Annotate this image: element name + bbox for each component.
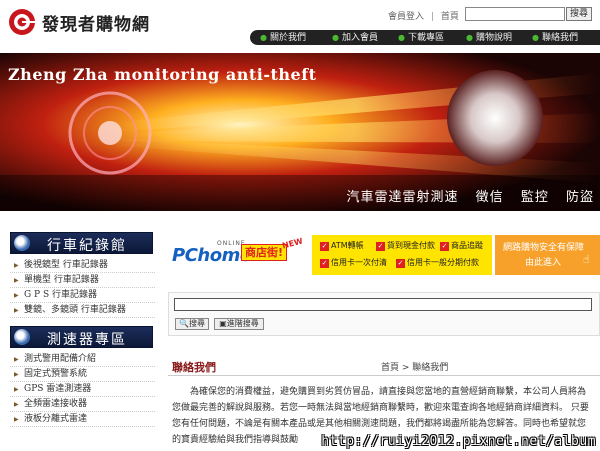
site-header: 發現者購物網 會員登入 | 首頁 搜尋 ● 關於我們 ● 加入會員 ● 下載專區 ● 購… — [0, 0, 600, 50]
feature-credit-full: ✓ 信用卡一次付清 — [320, 258, 387, 268]
search-input[interactable] — [174, 298, 592, 311]
banner-keyword: 徵信 — [475, 190, 504, 205]
nav-bullet-icon: ● — [532, 33, 539, 42]
search-button[interactable]: 🔍搜尋 — [175, 318, 209, 330]
check-icon: ✓ — [396, 259, 405, 268]
nav-bullet-icon: ● — [398, 33, 405, 42]
nav-item-download[interactable]: ● 下載專區 — [398, 30, 444, 45]
breadcrumb-current: 聯絡我們 — [412, 363, 449, 373]
pchome-shop-label: 商店街! — [241, 244, 288, 261]
pointer-hand-icon: ☝ — [583, 253, 590, 266]
nav-bullet-icon: ● — [466, 33, 473, 42]
nav-item-shopping-guide[interactable]: ● 購物說明 — [466, 30, 512, 45]
watermark: http://ruiyi2012.pixnet.net/album — [0, 431, 600, 451]
sidebar-item[interactable]: 固定式預警系統 — [10, 367, 155, 382]
site-name[interactable]: 發現者購物網 — [42, 10, 150, 35]
sidebar-list-speed-radar: 測式警用配備介紹 固定式預警系統 GPS 雷達測速器 全頻雷達接收器 液板分離式… — [10, 352, 155, 427]
globe-icon — [14, 235, 30, 251]
banner-keyword: 防盜 — [565, 190, 594, 205]
sidebar-item[interactable]: 全頻雷達接收器 — [10, 397, 155, 412]
sidebar-list-dashcam: 後視鏡型 行車記錄器 單機型 行車記錄器 G P S 行車記錄器 雙鏡、多鏡頭 … — [10, 258, 155, 318]
promo-strip: PChome ONLINE 商店街! NEW ✓ ATM轉帳 ✓ 貨到現金付款 ✓ 商… — [165, 235, 600, 275]
login-link[interactable]: 會員登入 — [388, 12, 424, 22]
feature-tracking: ✓ 商品追蹤 — [440, 241, 483, 251]
top-search-input[interactable] — [465, 7, 565, 21]
sidebar-item[interactable]: 液板分離式雷達 — [10, 412, 155, 427]
nav-item-about[interactable]: ● 關於我們 — [260, 30, 306, 45]
feature-cod: ✓ 貨到現金付款 — [376, 241, 435, 251]
feature-atm: ✓ ATM轉帳 — [320, 241, 364, 251]
sidebar-item[interactable]: 單機型 行車記錄器 — [10, 273, 155, 288]
advanced-search-button[interactable]: ▣進階搜尋 — [214, 318, 264, 330]
check-icon: ✓ — [440, 242, 449, 251]
nav-item-contact[interactable]: ● 聯絡我們 — [532, 30, 578, 45]
banner-title: Zheng Zha monitoring anti-theft — [8, 65, 317, 84]
sidebar-item[interactable]: 後視鏡型 行車記錄器 — [10, 258, 155, 273]
breadcrumb-sep: > — [399, 363, 413, 373]
page-title: 聯絡我們 — [172, 361, 216, 374]
banner-keywords: 汽車雷達雷射測速 徵信 監控 防盜 — [335, 186, 594, 205]
link-separator: | — [430, 12, 434, 22]
hero-banner: Zheng Zha monitoring anti-theft 汽車雷達雷射測速… — [0, 53, 600, 211]
nav-bullet-icon: ● — [332, 33, 339, 42]
new-badge: NEW — [281, 236, 304, 251]
globe-icon — [14, 329, 30, 345]
divider — [168, 375, 600, 376]
sidebar-item[interactable]: G P S 行車記錄器 — [10, 288, 155, 303]
logo-icon[interactable] — [8, 8, 36, 36]
top-links: 會員登入 | 首頁 — [388, 9, 459, 22]
top-search-button[interactable]: 搜尋 — [566, 7, 592, 21]
feature-credit-installment: ✓ 信用卡一般分期付款 — [396, 258, 479, 268]
safe-shopping-link[interactable]: 網路購物安全有保障 由此進入 ☝ — [495, 235, 600, 275]
sidebar-item[interactable]: 雙鏡、多鏡頭 行車記錄器 — [10, 303, 155, 318]
check-icon: ✓ — [320, 259, 329, 268]
home-link[interactable]: 首頁 — [441, 12, 459, 22]
breadcrumb-home[interactable]: 首頁 — [381, 363, 399, 373]
check-icon: ✓ — [376, 242, 385, 251]
banner-keyword: 汽車雷達雷射測速 — [346, 190, 459, 205]
sidebar-heading-dashcam[interactable]: 行車紀錄館 — [10, 232, 153, 254]
check-icon: ✓ — [320, 242, 329, 251]
banner-keyword: 監控 — [520, 190, 549, 205]
breadcrumb: 首頁 > 聯絡我們 — [381, 360, 448, 373]
sidebar-item[interactable]: 測式警用配備介紹 — [10, 352, 155, 367]
sidebar: 行車紀錄館 後視鏡型 行車記錄器 單機型 行車記錄器 G P S 行車記錄器 雙… — [10, 232, 155, 427]
main-nav: ● 關於我們 ● 加入會員 ● 下載專區 ● 購物說明 ● 聯絡我們 — [250, 30, 600, 45]
nav-item-join[interactable]: ● 加入會員 — [332, 30, 378, 45]
sidebar-heading-speed-radar[interactable]: 測速器專區 — [10, 326, 153, 348]
nav-bullet-icon: ● — [260, 33, 267, 42]
payment-features: ✓ ATM轉帳 ✓ 貨到現金付款 ✓ 商品追蹤 ✓ 信用卡一次付清 ✓ 信用卡一般分期付款 — [312, 235, 492, 275]
sidebar-item[interactable]: GPS 雷達測速器 — [10, 382, 155, 397]
watermark-text: http://ruiyi2012.pixnet.net/album — [321, 434, 596, 449]
pchome-logo: PChome — [172, 245, 252, 266]
search-panel: 🔍搜尋 ▣進階搜尋 — [168, 292, 600, 336]
pchome-banner[interactable]: PChome ONLINE 商店街! NEW — [165, 235, 310, 275]
